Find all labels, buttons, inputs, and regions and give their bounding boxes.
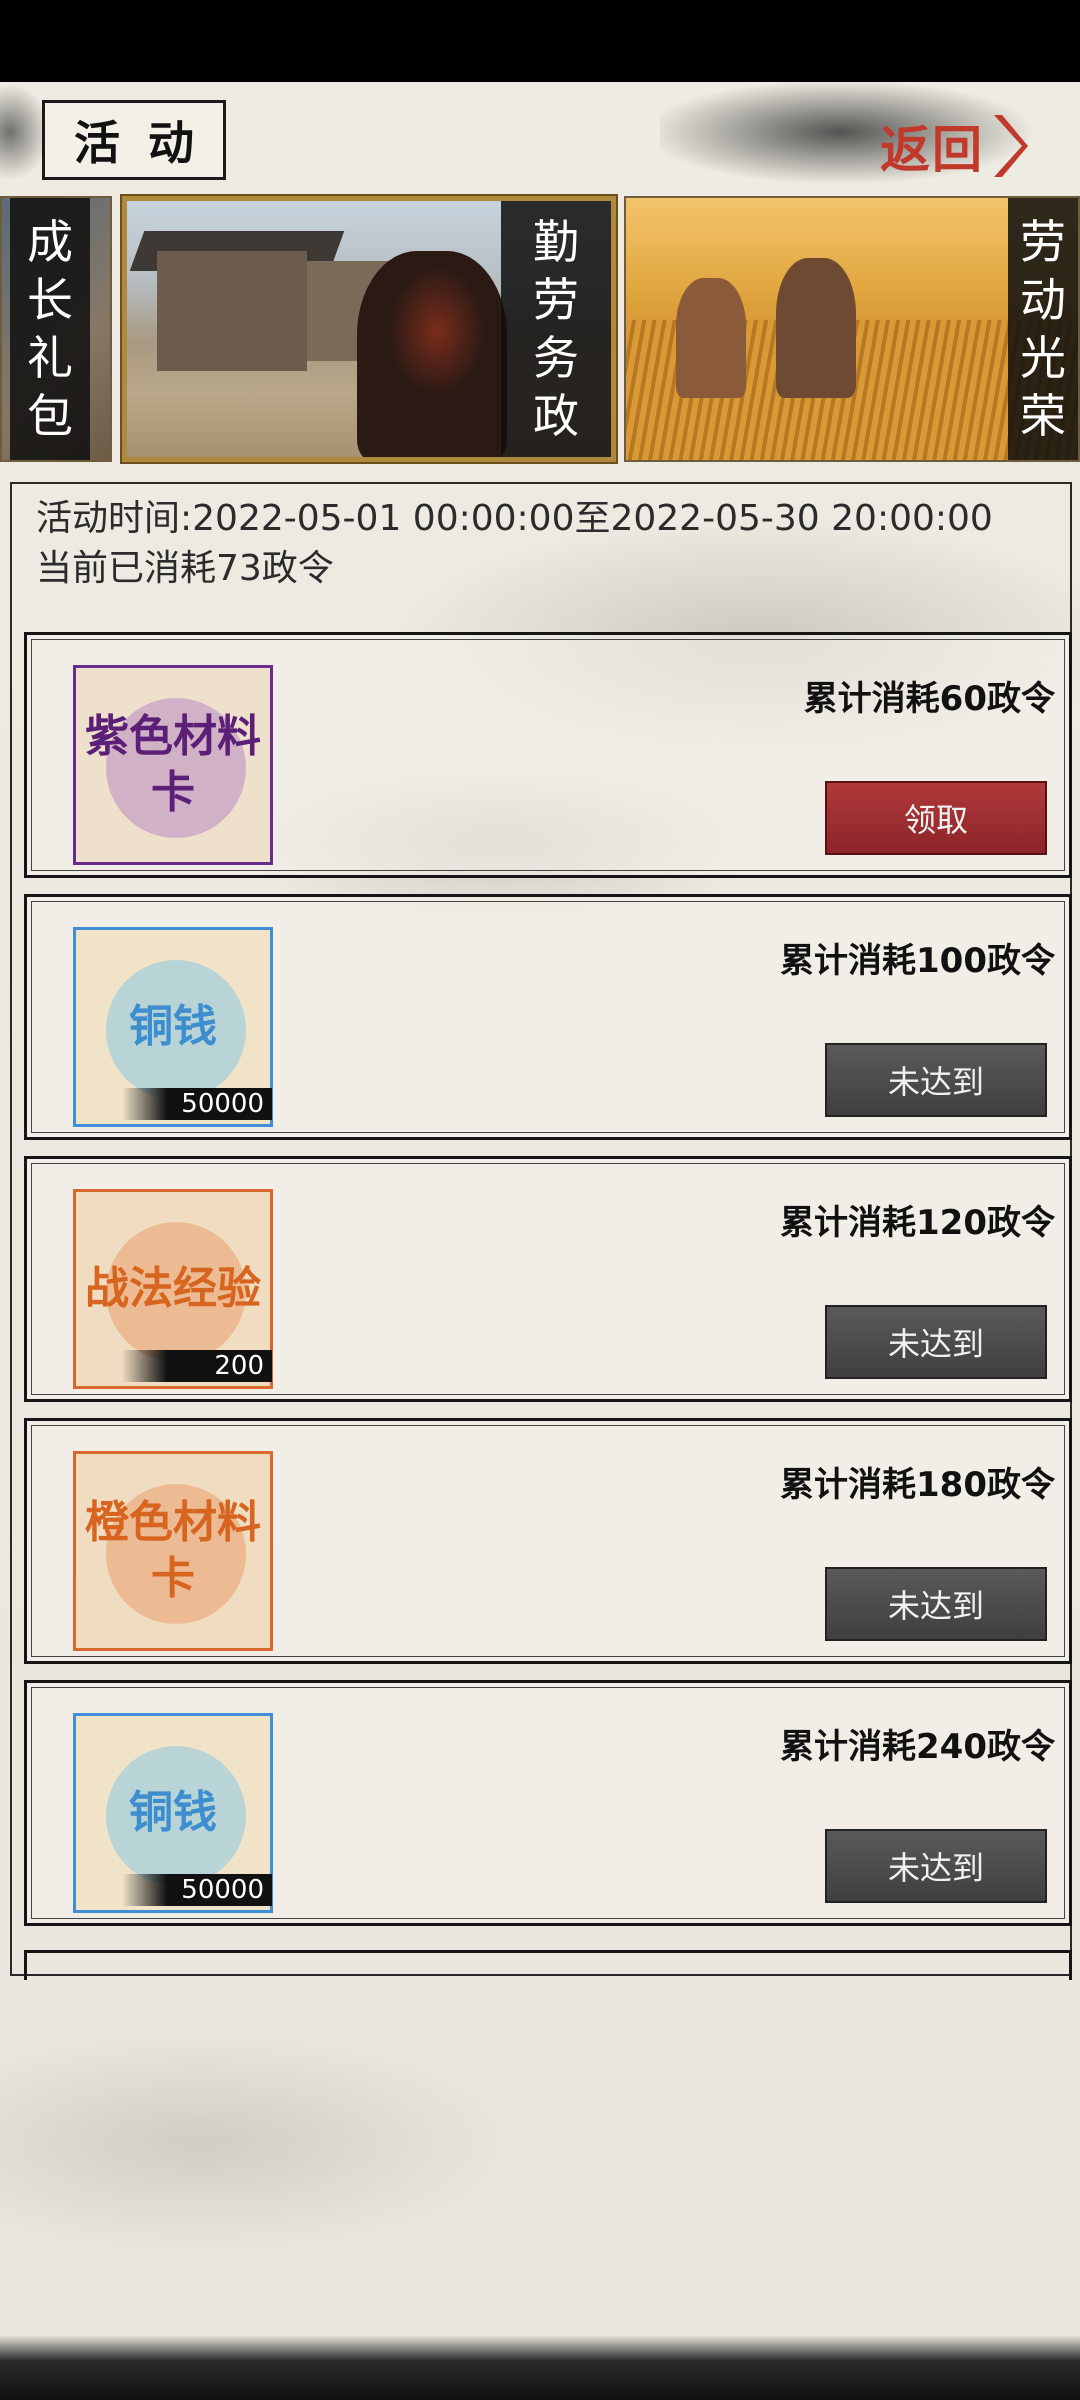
- reward-item-icon[interactable]: 铜钱 50000: [73, 1713, 273, 1913]
- reward-row: 铜钱 50000 累计消耗100政令 未达到: [24, 894, 1072, 1140]
- activity-info: 活动时间:2022-05-01 00:00:00至2022-05-30 20:0…: [36, 494, 993, 594]
- tab-label-char: 动: [1020, 273, 1066, 327]
- tab-labor-glory[interactable]: 劳 动 光 荣: [624, 196, 1080, 462]
- page-title-text: 活动: [74, 116, 222, 170]
- reward-item-quantity: 50000: [122, 1874, 272, 1906]
- page-title: 活动: [42, 100, 226, 180]
- not-reached-button[interactable]: 未达到: [825, 1829, 1047, 1903]
- reward-item-name: 橙色材料卡: [85, 1497, 261, 1604]
- back-button-label: 返回: [880, 120, 984, 179]
- tab-diligent-label: 勤 劳 务 政: [501, 201, 611, 457]
- bottom-ink-border: [0, 2335, 1080, 2400]
- tab-label-char: 包: [27, 389, 73, 443]
- not-reached-button[interactable]: 未达到: [825, 1305, 1047, 1379]
- activity-consumed: 当前已消耗73政令: [36, 548, 334, 589]
- reward-row: 橙色材料卡 累计消耗180政令 未达到: [24, 1418, 1072, 1664]
- reward-row: 铜钱 50000 累计消耗240政令 未达到: [24, 1680, 1072, 1926]
- status-bar: [0, 0, 1080, 82]
- tab-label-char: 劳: [533, 273, 579, 327]
- chevron-right-icon: [994, 115, 1028, 177]
- reward-row: 紫色材料卡 累计消耗60政令 领取: [24, 632, 1072, 878]
- tab-growth-pack[interactable]: 成 长 礼 包: [0, 196, 112, 462]
- tab-label-char: 政: [533, 389, 579, 443]
- tab-label-char: 光: [1020, 331, 1066, 385]
- tab-growth-label: 成 长 礼 包: [10, 198, 90, 460]
- reward-item-icon[interactable]: 紫色材料卡: [73, 665, 273, 865]
- reward-requirement: 累计消耗240政令: [780, 1727, 1055, 1767]
- tab-label-char: 荣: [1020, 389, 1066, 443]
- tab-label-char: 勤: [533, 215, 579, 269]
- back-button[interactable]: 返回: [880, 106, 1070, 186]
- tab-label-char: 务: [533, 331, 579, 385]
- reward-item-name: 战法经验: [85, 1263, 261, 1314]
- reward-row: 战法经验 200 累计消耗120政令 未达到: [24, 1156, 1072, 1402]
- reward-item-name: 紫色材料卡: [85, 711, 261, 818]
- reward-requirement: 累计消耗120政令: [780, 1203, 1055, 1243]
- reward-item-name: 铜钱: [129, 1001, 217, 1052]
- tab-label-char: 长: [27, 273, 73, 327]
- not-reached-button[interactable]: 未达到: [825, 1043, 1047, 1117]
- reward-item-quantity: 50000: [122, 1088, 272, 1120]
- reward-row-partial: [24, 1950, 1072, 1980]
- reward-item-icon[interactable]: 铜钱 50000: [73, 927, 273, 1127]
- reward-requirement: 累计消耗180政令: [780, 1465, 1055, 1505]
- tab-label-char: 礼: [27, 331, 73, 385]
- tab-labor-label: 劳 动 光 荣: [1008, 198, 1078, 460]
- tab-label-char: 劳: [1020, 215, 1066, 269]
- reward-requirement: 累计消耗60政令: [803, 679, 1055, 719]
- reward-item-icon[interactable]: 橙色材料卡: [73, 1451, 273, 1651]
- reward-item-quantity: 200: [122, 1350, 272, 1382]
- activity-time: 活动时间:2022-05-01 00:00:00至2022-05-30 20:0…: [36, 498, 993, 539]
- tab-diligent-governance[interactable]: 勤 劳 务 政: [120, 194, 618, 464]
- tab-label-char: 成: [27, 215, 73, 269]
- claim-button[interactable]: 领取: [825, 781, 1047, 855]
- not-reached-button[interactable]: 未达到: [825, 1567, 1047, 1641]
- reward-item-name: 铜钱: [129, 1787, 217, 1838]
- reward-item-icon[interactable]: 战法经验 200: [73, 1189, 273, 1389]
- reward-requirement: 累计消耗100政令: [780, 941, 1055, 981]
